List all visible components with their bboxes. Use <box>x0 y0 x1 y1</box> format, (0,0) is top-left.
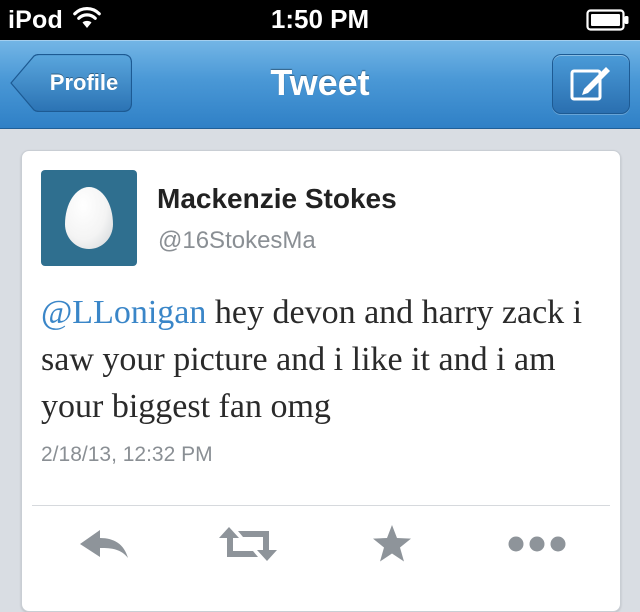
default-egg-avatar-icon <box>65 187 113 249</box>
retweet-button[interactable] <box>218 521 278 571</box>
user-handle[interactable]: @16StokesMa <box>158 227 316 255</box>
tweet-text: @LLonigan hey devon and harry zack i saw… <box>41 289 601 430</box>
favorite-button[interactable] <box>362 521 422 571</box>
compose-icon <box>570 65 612 108</box>
navigation-bar: Profile Tweet <box>0 40 640 129</box>
tweet-timestamp: 2/18/13, 12:32 PM <box>41 443 213 466</box>
reply-icon <box>78 527 130 566</box>
avatar[interactable] <box>41 170 137 266</box>
favorite-star-icon <box>371 524 413 569</box>
battery-icon <box>586 9 630 36</box>
more-dots-icon <box>506 534 568 559</box>
tweet-card: Mackenzie Stokes @16StokesMa @LLonigan h… <box>21 150 621 612</box>
reply-button[interactable] <box>74 521 134 571</box>
mention-link[interactable]: @LLonigan <box>41 294 206 331</box>
divider <box>32 505 610 506</box>
status-bar: iPod 1:50 PM <box>0 0 640 40</box>
more-options-button[interactable] <box>507 521 567 571</box>
user-display-name[interactable]: Mackenzie Stokes <box>157 183 397 215</box>
page-title: Tweet <box>270 62 370 103</box>
status-time: 1:50 PM <box>270 4 370 34</box>
retweet-icon <box>217 525 279 568</box>
compose-tweet-button[interactable] <box>552 54 630 114</box>
